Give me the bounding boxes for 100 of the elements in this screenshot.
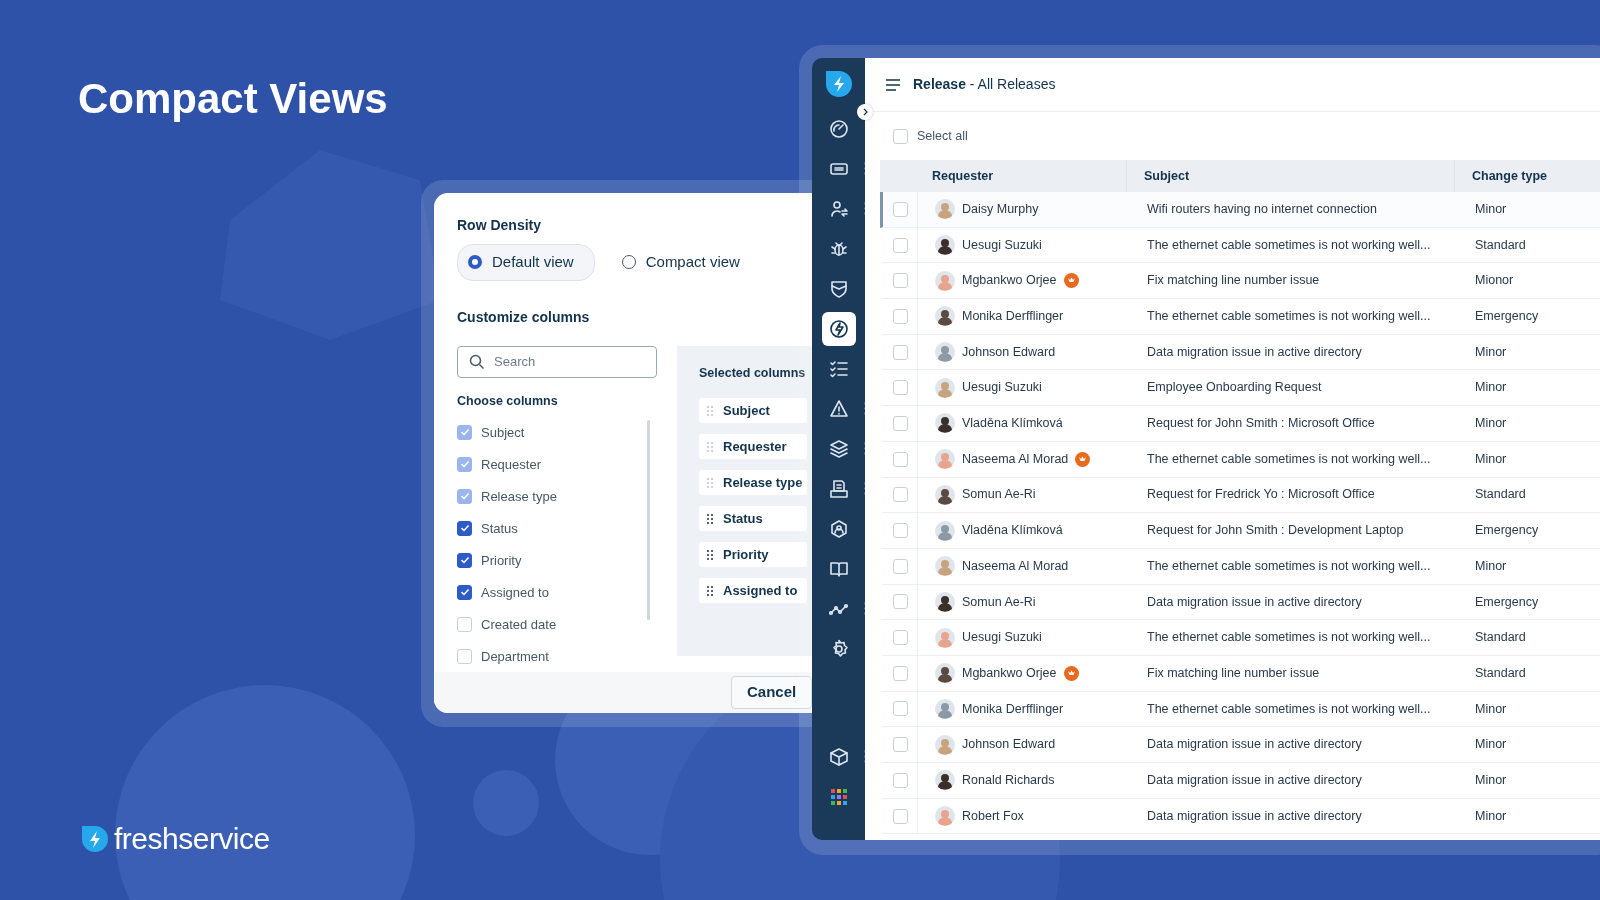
requester-name: Mgbankwo Orjee [962,664,1057,682]
column-header[interactable]: Change type [1455,166,1547,186]
table-row[interactable]: Mgbankwo Orjee Fix matching line number issue Mionor [880,263,1600,300]
column-chip[interactable]: Release type [699,470,807,496]
column-chip[interactable]: Status [699,506,807,532]
checkmark-icon [459,587,470,598]
bug-icon [828,239,849,259]
requester-name: Robert Fox [962,807,1024,825]
list-title: Selected columns [699,364,807,382]
table-row[interactable]: Vladěna Klímková Request for John Smith : Microsoft Office Minor [880,406,1600,442]
table-row[interactable]: Mgbankwo Orjee Fix matching line number issue Standard [880,655,1600,692]
radio-option[interactable]: Default view [457,244,595,281]
table-row[interactable]: Somun Ae-Ri Data migration issue in active directory Emergency [880,584,1600,621]
layers-icon [828,439,849,459]
table-cell-text: Standard [1474,629,1526,647]
checklist-icon [828,359,849,379]
checkbox[interactable] [457,520,472,536]
requester-name: Uesugi Suzuki [962,236,1042,254]
table-cell-text: Minor [1474,736,1507,754]
headline: Compact Views [78,74,388,124]
requester-name: Johnson Edward [962,343,1056,361]
column-chip[interactable]: Assigned to [699,578,807,604]
checkbox[interactable] [457,584,472,600]
requester-name: Monika Derfflinger [962,700,1064,718]
checkbox[interactable] [457,552,472,568]
table-row[interactable]: Vladěna Klímková Request for John Smith : Development Laptop Emergency [880,513,1600,549]
table-row[interactable]: Uesugi Suzuki Employee Onboarding Request Minor [880,370,1600,407]
table-cell-text: Minor [1474,200,1507,218]
table-cell-text: Request for John Smith : Microsoft Office [1146,415,1376,433]
table-row[interactable]: Johnson Edward Data migration issue in active directory Minor [880,727,1600,763]
shield-icon [828,279,849,299]
requester-name: Somun Ae-Ri [962,486,1036,504]
search-icon [469,353,485,370]
drag-handle-icon[interactable] [707,404,713,417]
column-chip[interactable]: Priority [699,542,807,568]
table-row[interactable]: Naseema Al Morad The ethernet cable sometimes is not working well... Minor [880,441,1600,478]
menu-icon[interactable] [885,77,901,92]
table-cell-text: Fix matching line number issue [1146,272,1321,290]
drag-handle-icon[interactable] [707,548,713,561]
drag-handle-icon[interactable] [707,440,713,453]
checkbox-label: Priority [481,551,522,570]
table-cell-text: Data migration issue in active directory [1146,593,1363,611]
table-row[interactable]: Daisy Murphy Wifi routers having no internet connection Minor [880,192,1600,228]
table-cell-text: Data migration issue in active directory [1146,807,1363,825]
checkbox-label: Requester [481,455,541,474]
avatar-icon [935,520,955,541]
table-row[interactable]: Naseema Al Morad The ethernet cable sometimes is not working well... Minor [880,548,1600,585]
table-row[interactable]: Uesugi Suzuki The ethernet cable sometimes is not working well... Standard [880,227,1600,264]
table-cell-text: Standard [1474,236,1526,254]
cancel-button[interactable]: Cancel [731,676,813,709]
avatar-icon [935,484,955,505]
table-row[interactable]: Johnson Edward Data migration issue in active directory Minor [880,334,1600,371]
requester-name: Vladěna Klímková [962,522,1063,540]
radio-option[interactable]: Compact view [610,244,761,281]
section-title: Customize columns [457,307,591,327]
drag-handle-icon[interactable] [707,512,713,525]
table-row[interactable]: Somun Ae-Ri Request for Fredrick Yo : Microsoft Office Standard [880,477,1600,514]
requester-name: Vladěna Klímková [962,415,1063,433]
lightning-icon [828,319,849,339]
requester-name: Daisy Murphy [962,200,1039,218]
user-swap-icon [828,199,849,219]
avatar-icon [935,627,955,648]
table-row[interactable]: Monika Derfflinger The ethernet cable sometimes is not working well... Emergency [880,299,1600,335]
gauge-icon [828,119,849,139]
checkbox-label: Subject [481,423,525,442]
table-row[interactable]: Uesugi Suzuki The ethernet cable sometimes is not working well... Standard [880,620,1600,656]
drag-handle-icon[interactable] [707,584,713,597]
column-chip[interactable]: Subject [699,398,807,424]
table-row[interactable]: Monika Derfflinger The ethernet cable sometimes is not working well... Minor [880,691,1600,728]
requester-name: Monika Derfflinger [962,308,1064,326]
avatar-icon [935,377,955,398]
logo-icon[interactable] [824,70,853,98]
checkbox-label: Department [481,647,549,666]
table-cell-text: Emergency [1474,308,1539,326]
table-cell-text: Minor [1474,415,1507,433]
search-field[interactable]: Search [457,345,657,378]
section-title: Row Density [457,216,542,235]
scrollbar[interactable] [647,420,650,621]
brand-name: freshservice [114,821,270,857]
drag-handle-icon[interactable] [707,476,713,489]
column-chip[interactable]: Requester [699,434,807,460]
table-cell-text: Mionor [1474,272,1514,290]
table-row[interactable]: Ronald Richards Data migration issue in active directory Minor [880,763,1600,799]
checkbox-label: Created date [481,615,557,634]
table-cell-text: The ethernet cable sometimes is not working well... [1146,450,1432,468]
list-title: Choose columns [457,392,559,410]
book-icon [828,559,849,579]
chevron-icon [861,108,869,116]
table-row[interactable]: Robert Fox Data migration issue in active directory Minor [880,798,1600,835]
avatar-icon [935,270,955,291]
table-cell-text: Minor [1474,343,1507,361]
avatar-icon [935,235,955,256]
avatar-icon [935,698,955,719]
document-tray-icon [828,479,849,499]
table-cell-text: Emergency [1474,593,1539,611]
sidebar-item[interactable] [821,312,856,346]
requester-name: Somun Ae-Ri [962,593,1036,611]
warning-icon [828,399,849,419]
table-cell-text: Emergency [1474,522,1539,540]
table-cell-text: Data migration issue in active directory [1146,771,1363,789]
